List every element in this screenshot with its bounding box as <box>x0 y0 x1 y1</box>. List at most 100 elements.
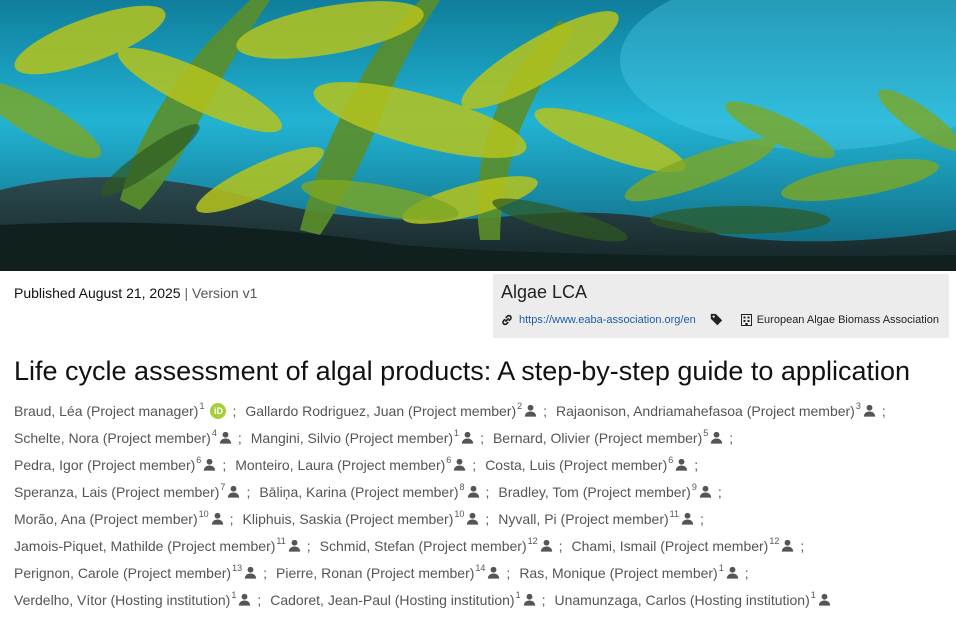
community-url-link[interactable]: https://www.eaba-association.org/en <box>519 314 696 326</box>
affiliation-number[interactable]: 10 <box>199 509 209 519</box>
creator-item: Bernard, Olivier (Project member) 5 <box>493 428 723 447</box>
creator-separator: ; <box>729 430 734 446</box>
user-icon <box>710 431 723 447</box>
creator-name[interactable]: Mangini, Silvio (Project member) <box>251 430 453 446</box>
creator-item: Perignon, Carole (Project member) 13 <box>14 563 257 581</box>
creator-separator: ; <box>717 484 722 500</box>
creator-item: Monteiro, Laura (Project member) 6 <box>235 455 466 473</box>
creator-name[interactable]: Perignon, Carole (Project member) <box>14 565 231 581</box>
affiliation-number[interactable]: 13 <box>232 563 242 573</box>
creator-name[interactable]: Morão, Ana (Project member) <box>14 511 198 527</box>
version-separator: | <box>184 285 189 301</box>
creator-name[interactable]: Schmid, Stefan (Project member) <box>320 538 527 554</box>
affiliation-number[interactable]: 1 <box>719 563 724 573</box>
creator-item: Schmid, Stefan (Project member) 12 <box>320 536 553 555</box>
affiliation-number[interactable]: 1 <box>811 590 816 600</box>
affiliation-number[interactable]: 6 <box>196 455 201 465</box>
affiliation-number[interactable]: 4 <box>212 428 217 438</box>
building-icon <box>740 313 752 326</box>
creator-separator: ; <box>800 538 805 554</box>
affiliation-number[interactable]: 7 <box>220 482 225 492</box>
creator-name[interactable]: Jamois-Piquet, Mathilde (Project member) <box>14 538 275 554</box>
creator-name[interactable]: Pedra, Igor (Project member) <box>14 457 195 473</box>
creator-item: Speranza, Lais (Project member) 7 <box>14 482 240 501</box>
creator-name[interactable]: Rajaonison, Andriamahefasoa (Project mem… <box>556 403 855 419</box>
community-name[interactable]: Algae LCA <box>501 282 587 303</box>
creator-item: Schelte, Nora (Project member) 4 <box>14 428 232 446</box>
creator-item: Kliphuis, Saskia (Project member) 10 <box>243 509 480 527</box>
creator-name[interactable]: Nyvall, Pi (Project member) <box>498 511 668 527</box>
affiliation-number[interactable]: 14 <box>475 563 485 573</box>
creator-item: Unamunzaga, Carlos (Hosting institution)… <box>555 590 831 609</box>
creator-item: Costa, Luis (Project member) 6 <box>485 455 688 474</box>
creator-name[interactable]: Cadoret, Jean-Paul (Hosting institution) <box>270 592 514 608</box>
affiliation-number[interactable]: 9 <box>692 482 697 492</box>
affiliation-number[interactable]: 10 <box>454 509 464 519</box>
version-label: Version v1 <box>192 285 258 301</box>
affiliation-number[interactable]: 12 <box>769 536 779 546</box>
creator-separator: ; <box>263 565 267 581</box>
affiliation-number[interactable]: 6 <box>668 455 673 465</box>
creator-name[interactable]: Schelte, Nora (Project member) <box>14 430 211 446</box>
creator-name[interactable]: Costa, Luis (Project member) <box>485 457 667 473</box>
creator-item: Pierre, Ronan (Project member) 14 <box>276 563 500 582</box>
creator-name[interactable]: Gallardo Rodriguez, Juan (Project member… <box>245 403 516 419</box>
affiliation-number[interactable]: 11 <box>276 536 285 546</box>
affiliation-number[interactable]: 2 <box>517 401 522 411</box>
creator-name[interactable]: Bāliņa, Karina (Project member) <box>259 484 458 500</box>
creator-name[interactable]: Monteiro, Laura (Project member) <box>235 457 445 473</box>
creator-separator: ; <box>506 565 511 581</box>
creator-name[interactable]: Bernard, Olivier (Project member) <box>493 430 702 446</box>
creator-name[interactable]: Unamunzaga, Carlos (Hosting institution) <box>555 592 810 608</box>
creator-name[interactable]: Bradley, Tom (Project member) <box>498 484 690 500</box>
creator-name[interactable]: Pierre, Ronan (Project member) <box>276 565 474 581</box>
creator-item: Gallardo Rodriguez, Juan (Project member… <box>245 401 537 419</box>
user-icon <box>227 485 240 501</box>
creator-name[interactable]: Ras, Monique (Project member) <box>519 565 717 581</box>
affiliation-number[interactable]: 6 <box>446 455 451 465</box>
creators-row: Pedra, Igor (Project member) 6; Monteiro, … <box>14 455 949 484</box>
creator-separator: ; <box>541 592 546 608</box>
orcid-icon[interactable]: iD <box>210 403 227 419</box>
affiliation-number[interactable]: 5 <box>703 428 708 438</box>
creator-name[interactable]: Speranza, Lais (Project member) <box>14 484 219 500</box>
affiliation-number[interactable]: 1 <box>199 401 204 411</box>
affiliation-number[interactable]: 12 <box>528 536 538 546</box>
creator-name[interactable]: Verdelho, Vítor (Hosting institution) <box>14 592 230 608</box>
published-date: Published August 21, 2025 <box>14 285 181 301</box>
user-icon <box>238 593 251 609</box>
creator-separator: ; <box>881 403 886 419</box>
creator-separator: ; <box>485 484 490 500</box>
affiliation-number[interactable]: 1 <box>231 590 236 600</box>
creator-item: Mangini, Silvio (Project member) 1 <box>251 428 474 446</box>
creator-item: Cadoret, Jean-Paul (Hosting institution)… <box>270 590 535 608</box>
affiliation-number[interactable]: 8 <box>460 482 465 492</box>
tag-icon[interactable] <box>710 313 723 326</box>
creator-item: Ras, Monique (Project member) 1 <box>519 563 738 581</box>
creator-name[interactable]: Kliphuis, Saskia (Project member) <box>243 511 454 527</box>
creator-item: Morão, Ana (Project member) 10 <box>14 509 224 527</box>
user-icon <box>540 539 553 555</box>
creator-separator: ; <box>558 538 563 554</box>
creator-name[interactable]: Chami, Ismail (Project member) <box>572 538 769 554</box>
affiliation-number[interactable]: 11 <box>670 509 679 519</box>
creator-item: Bradley, Tom (Project member) 9 <box>498 482 712 500</box>
affiliation-number[interactable]: 3 <box>856 401 861 411</box>
creator-item: Braud, Léa (Project manager) 1 iD <box>14 401 227 419</box>
user-icon <box>681 512 694 528</box>
creator-name[interactable]: Braud, Léa (Project manager) <box>14 403 198 419</box>
link-icon <box>501 314 513 326</box>
creator-separator: ; <box>222 457 227 473</box>
user-icon <box>818 593 831 609</box>
record-title: Life cycle assessment of algal products:… <box>14 356 911 386</box>
creator-item: Pedra, Igor (Project member) 6 <box>14 455 216 473</box>
creator-item: Nyvall, Pi (Project member) 11 <box>498 509 694 528</box>
user-icon <box>487 566 500 582</box>
hero-image <box>0 0 956 271</box>
affiliation-number[interactable]: 1 <box>454 428 459 438</box>
creator-separator: ; <box>237 430 242 446</box>
affiliation-number[interactable]: 1 <box>516 590 521 600</box>
creator-separator: ; <box>700 511 704 527</box>
user-icon <box>675 458 688 474</box>
community-organization: European Algae Biomass Association <box>740 313 939 326</box>
